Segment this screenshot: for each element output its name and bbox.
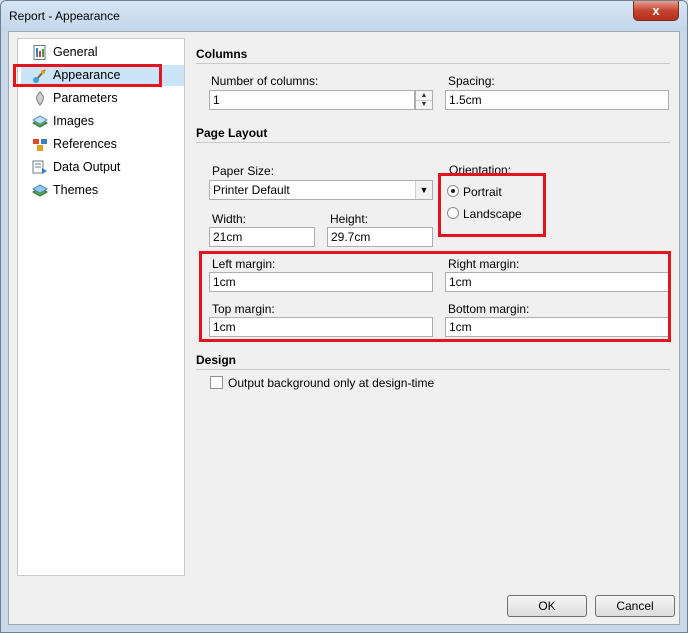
- spacing-input[interactable]: 1.5cm: [445, 90, 669, 110]
- chevron-down-icon[interactable]: ▼: [415, 181, 432, 199]
- right-margin-label: Right margin:: [448, 257, 520, 271]
- settings-sidebar: General Appearance Parameters Images Ref…: [17, 38, 185, 576]
- sidebar-item-label: Appearance: [53, 68, 121, 82]
- sidebar-item-label: Data Output: [53, 160, 121, 174]
- themes-icon: [32, 184, 48, 197]
- left-margin-input[interactable]: 1cm: [209, 272, 433, 292]
- data-output-icon: [32, 160, 47, 174]
- report-icon: [33, 45, 46, 60]
- top-margin-input[interactable]: 1cm: [209, 317, 433, 337]
- orientation-highlight-box: [438, 173, 546, 237]
- radio-selected-dot: [451, 189, 455, 193]
- sidebar-item-label: References: [53, 137, 117, 151]
- number-of-columns-stepper[interactable]: ▲ ▼: [415, 90, 433, 110]
- number-of-columns-input[interactable]: 1: [209, 90, 415, 110]
- report-dialog: Report - Appearance x General Appearance…: [0, 0, 688, 633]
- bottom-margin-label: Bottom margin:: [448, 302, 530, 316]
- portrait-radio[interactable]: [447, 185, 459, 197]
- sidebar-item-label: General: [53, 45, 98, 59]
- page-layout-divider: [196, 142, 670, 143]
- sidebar-item-label: Themes: [53, 183, 99, 197]
- design-section-title: Design: [196, 353, 237, 367]
- width-input[interactable]: 21cm: [209, 227, 315, 247]
- sidebar-item-images[interactable]: Images: [21, 111, 184, 132]
- images-icon: [32, 115, 48, 128]
- sidebar-item-data-output[interactable]: Data Output: [21, 157, 184, 178]
- spacing-label: Spacing:: [448, 74, 495, 88]
- height-label: Height:: [330, 212, 369, 226]
- sidebar-item-themes[interactable]: Themes: [21, 180, 184, 201]
- brush-icon: [33, 69, 46, 83]
- number-of-columns-label: Number of columns:: [211, 74, 319, 88]
- bottom-margin-input[interactable]: 1cm: [445, 317, 669, 337]
- dialog-client-area: General Appearance Parameters Images Ref…: [8, 31, 680, 625]
- output-background-checkbox[interactable]: [210, 376, 223, 389]
- paper-size-label: Paper Size:: [212, 164, 275, 178]
- top-margin-label: Top margin:: [212, 302, 275, 316]
- columns-divider: [196, 63, 670, 64]
- height-input[interactable]: 29.7cm: [327, 227, 433, 247]
- width-label: Width:: [212, 212, 247, 226]
- output-background-label: Output background only at design-time: [228, 376, 435, 390]
- cancel-button[interactable]: Cancel: [595, 595, 675, 617]
- sidebar-item-general[interactable]: General: [21, 42, 184, 63]
- orientation-label: Orientation:: [449, 163, 512, 177]
- sidebar-item-appearance[interactable]: Appearance: [21, 65, 184, 86]
- ok-button[interactable]: OK: [507, 595, 587, 617]
- title-bar[interactable]: Report - Appearance x: [1, 1, 687, 31]
- paper-size-select[interactable]: Printer Default ▼: [209, 180, 433, 200]
- left-margin-label: Left margin:: [212, 257, 276, 271]
- portrait-label: Portrait: [463, 185, 502, 199]
- chevron-down-icon[interactable]: ▼: [416, 100, 432, 109]
- sidebar-item-label: Parameters: [53, 91, 118, 105]
- landscape-radio[interactable]: [447, 207, 459, 219]
- parameters-icon: [36, 91, 44, 106]
- page-layout-section-title: Page Layout: [196, 126, 268, 140]
- right-margin-input[interactable]: 1cm: [445, 272, 669, 292]
- sidebar-item-label: Images: [53, 114, 94, 128]
- references-icon: [33, 139, 47, 151]
- window-title: Report - Appearance: [9, 9, 120, 23]
- close-button[interactable]: x: [633, 1, 679, 21]
- landscape-label: Landscape: [463, 207, 522, 221]
- design-divider: [196, 369, 670, 370]
- sidebar-item-references[interactable]: References: [21, 134, 184, 155]
- columns-section-title: Columns: [196, 47, 248, 61]
- paper-size-value: Printer Default: [213, 183, 290, 197]
- sidebar-item-parameters[interactable]: Parameters: [21, 88, 184, 109]
